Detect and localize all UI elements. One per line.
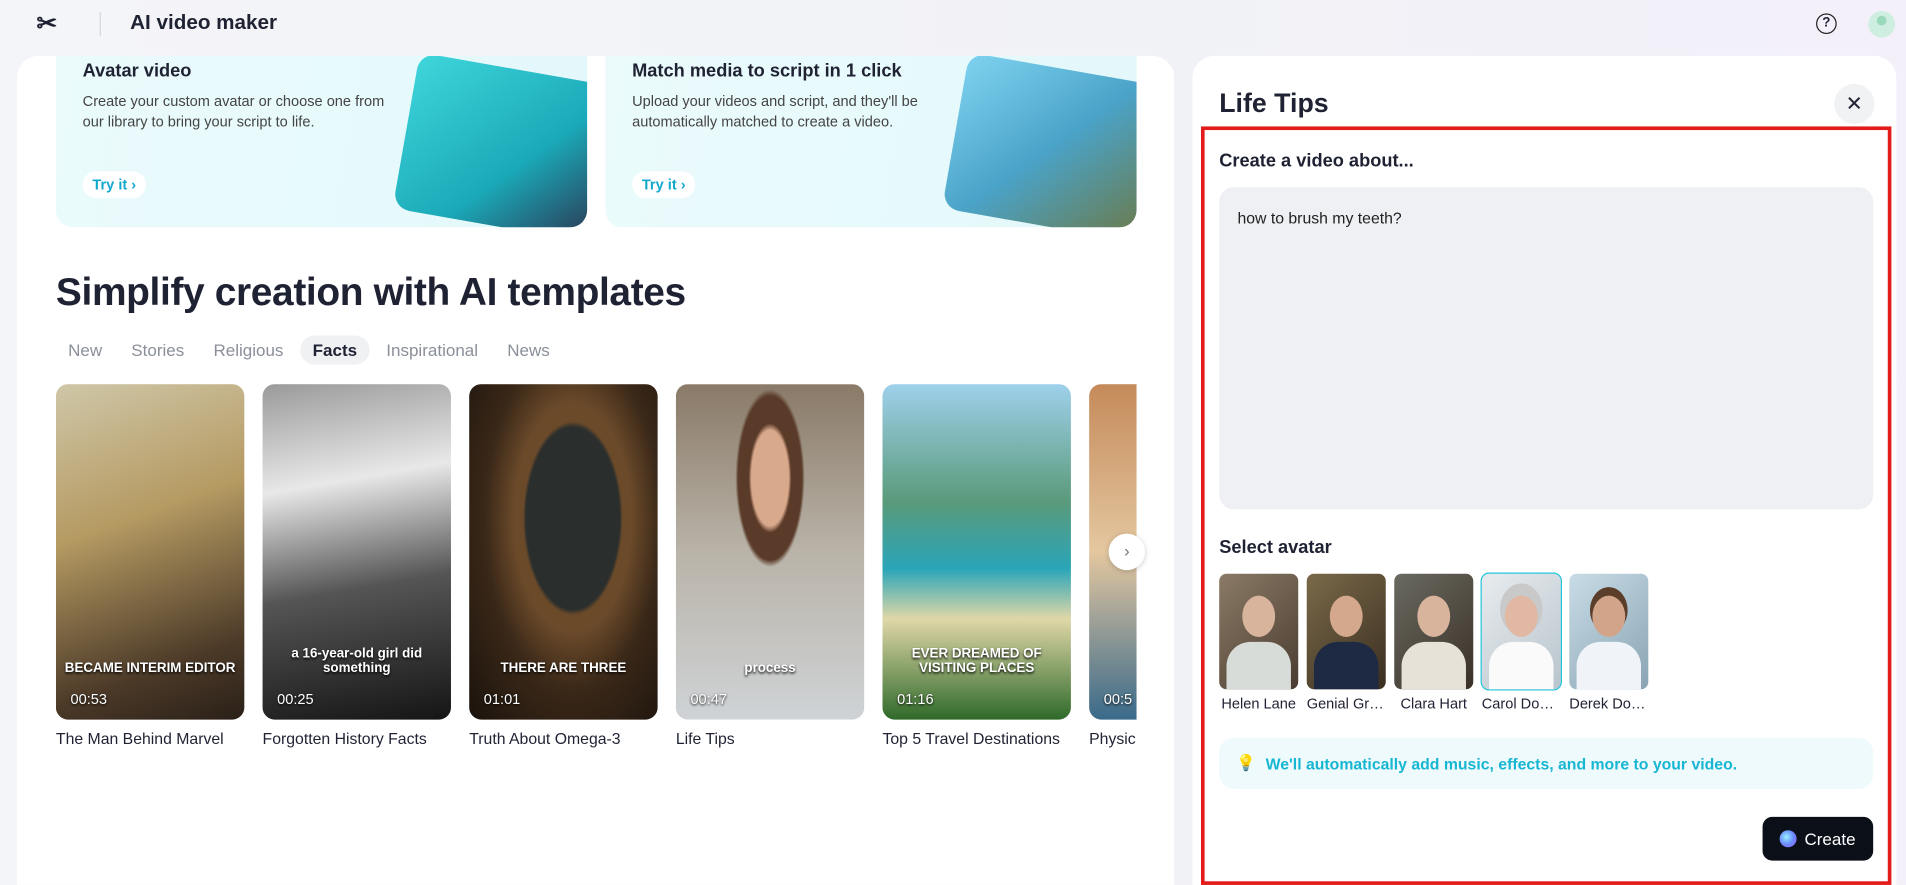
- avatar-name: Derek Doct...: [1569, 695, 1649, 713]
- promo-desc: Upload your videos and script, and they'…: [632, 92, 918, 131]
- promo-image: [941, 55, 1137, 228]
- template-title: The Man Behind Marvel: [55, 729, 224, 748]
- try-it-button[interactable]: Try it ›: [82, 171, 146, 199]
- template-card[interactable]: process 00:47 Life Tips: [675, 384, 865, 748]
- template-card[interactable]: a 16-year-old girl did something 00:25 F…: [262, 384, 451, 748]
- carousel-next-button[interactable]: ›: [1108, 533, 1146, 571]
- template-thumbnail[interactable]: a 16-year-old girl did something 00:25: [262, 384, 451, 720]
- avatar-option-clara-hart[interactable]: Clara Hart: [1394, 573, 1474, 713]
- header-divider: [99, 12, 101, 37]
- template-card[interactable]: THERE ARE THREE 01:01 Truth About Omega-…: [469, 384, 658, 748]
- avatar-option-helen-lane[interactable]: Helen Lane: [1219, 573, 1299, 713]
- template-list: BECAME INTERIM EDITOR 00:53 The Man Behi…: [55, 384, 1137, 748]
- promo-avatar-video[interactable]: Avatar video Create your custom avatar o…: [55, 55, 588, 228]
- close-button[interactable]: ✕: [1834, 83, 1875, 124]
- promo-match-media[interactable]: Match media to script in 1 click Upload …: [605, 55, 1137, 228]
- help-icon[interactable]: ?: [1816, 13, 1837, 35]
- avatar-image: [1306, 573, 1386, 690]
- category-tabs: New Stories Religious Facts Inspirationa…: [56, 335, 562, 365]
- template-title: Top 5 Travel Destinations: [882, 729, 1060, 748]
- user-avatar[interactable]: [1868, 10, 1896, 38]
- tab-inspirational[interactable]: Inspirational: [374, 335, 490, 364]
- avatar-image: [1394, 573, 1474, 690]
- template-thumbnail[interactable]: THERE ARE THREE 01:01: [469, 384, 658, 720]
- template-thumbnail[interactable]: EVER DREAMED OF VISITING PLACES 01:16: [882, 384, 1071, 720]
- tab-religious[interactable]: Religious: [201, 335, 295, 364]
- promo-title: Match media to script in 1 click: [632, 60, 902, 82]
- create-button[interactable]: Create: [1762, 816, 1874, 861]
- avatar-image: [1480, 572, 1562, 691]
- panel-title: Life Tips: [1219, 87, 1329, 118]
- avatar-name: Carol Doctor: [1481, 695, 1561, 713]
- avatar-name: Helen Lane: [1221, 695, 1297, 713]
- lightbulb-icon: 💡: [1236, 753, 1256, 772]
- template-title: Physic: [1089, 729, 1136, 748]
- template-card[interactable]: BECAME INTERIM EDITOR 00:53 The Man Behi…: [55, 384, 245, 748]
- thumbnail-caption: BL: [1089, 661, 1136, 676]
- create-label: Create: [1804, 829, 1856, 849]
- template-card[interactable]: EVER DREAMED OF VISITING PLACES 01:16 To…: [882, 384, 1071, 748]
- prompt-label: Create a video about...: [1219, 150, 1414, 172]
- ai-orb-icon: [1780, 830, 1798, 848]
- tab-new[interactable]: New: [56, 335, 114, 364]
- prompt-textarea[interactable]: how to brush my teeth?: [1219, 187, 1874, 510]
- main-panel: Avatar video Create your custom avatar o…: [17, 55, 1175, 885]
- avatar-image: [1569, 573, 1649, 690]
- template-title: Life Tips: [675, 729, 735, 748]
- promo-image: [392, 55, 588, 228]
- promo-desc: Create your custom avatar or choose one …: [82, 92, 385, 131]
- avatar-option-genial-grandpa[interactable]: Genial Gra...: [1306, 573, 1386, 713]
- avatar-label: Select avatar: [1219, 537, 1332, 558]
- capcut-logo[interactable]: ✂: [36, 12, 65, 36]
- info-text: We'll automatically add music, effects, …: [1265, 754, 1738, 773]
- duration: 00:5: [1103, 690, 1133, 708]
- info-banner: 💡 We'll automatically add music, effects…: [1219, 737, 1874, 789]
- duration: 01:01: [483, 690, 521, 708]
- avatar-option-derek-doctor[interactable]: Derek Doct...: [1569, 573, 1649, 713]
- tab-facts[interactable]: Facts: [300, 335, 370, 365]
- thumbnail-caption: THERE ARE THREE: [500, 661, 627, 676]
- thumbnail-caption: a 16-year-old girl did something: [291, 646, 423, 676]
- avatar-name: Genial Gra...: [1306, 695, 1386, 713]
- avatar-option-carol-doctor[interactable]: Carol Doctor: [1480, 572, 1562, 713]
- duration: 01:16: [897, 690, 934, 708]
- app-title: AI video maker: [130, 10, 278, 35]
- template-title: Truth About Omega-3: [469, 729, 621, 748]
- try-it-button[interactable]: Try it ›: [632, 171, 696, 199]
- duration: 00:47: [690, 690, 727, 708]
- template-title: Forgotten History Facts: [262, 729, 427, 748]
- avatar-image: [1219, 573, 1299, 690]
- thumbnail-caption: process: [744, 661, 796, 676]
- section-title: Simplify creation with AI templates: [55, 269, 686, 314]
- tab-stories[interactable]: Stories: [119, 335, 196, 364]
- avatar-name: Clara Hart: [1400, 695, 1467, 713]
- promo-title: Avatar video: [82, 60, 192, 82]
- duration: 00:25: [277, 690, 314, 708]
- template-thumbnail[interactable]: process 00:47: [675, 384, 865, 720]
- tab-news[interactable]: News: [495, 335, 562, 364]
- thumbnail-caption: EVER DREAMED OF VISITING PLACES: [911, 646, 1042, 676]
- duration: 00:53: [70, 690, 108, 708]
- template-thumbnail[interactable]: BECAME INTERIM EDITOR 00:53: [55, 384, 245, 720]
- avatar-list: Helen Lane Genial Gra... Clara Hart Caro…: [1219, 572, 1649, 713]
- thumbnail-caption: BECAME INTERIM EDITOR: [64, 661, 236, 676]
